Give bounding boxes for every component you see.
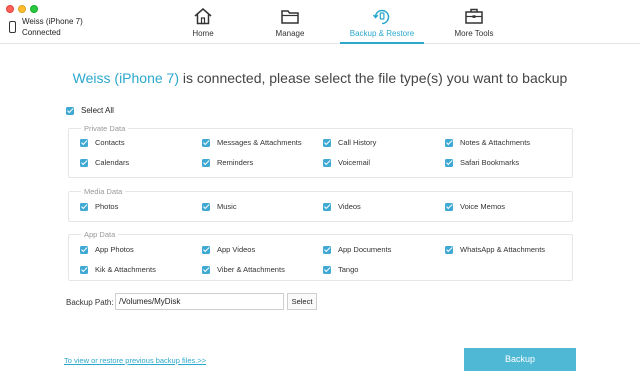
nav-manage-label: Manage: [275, 29, 305, 38]
select-all-checkbox[interactable]: Select All: [66, 106, 114, 115]
option-label: Photos: [95, 202, 119, 211]
checkbox-checked-icon: [323, 245, 331, 254]
phone-icon: [9, 21, 16, 33]
option-music[interactable]: Music: [202, 202, 237, 211]
nav-home[interactable]: Home: [162, 0, 244, 44]
backup-button[interactable]: Backup: [464, 348, 576, 371]
option-kik-attachments[interactable]: Kik & Attachments: [80, 265, 156, 274]
backup-path-input[interactable]: /Volumes/MyDisk: [115, 293, 284, 310]
option-label: Calendars: [95, 158, 130, 167]
option-label: Reminders: [217, 158, 254, 167]
zoom-window-button[interactable]: [30, 5, 38, 13]
headline-text: is connected, please select the file typ…: [179, 70, 568, 86]
option-app-documents[interactable]: App Documents: [323, 245, 391, 254]
option-label: App Videos: [217, 245, 256, 254]
media-data-group: Media Data Photos Music Videos Voice Mem…: [68, 187, 573, 222]
device-status: Connected: [22, 28, 61, 37]
option-label: Tango: [338, 265, 359, 274]
checkbox-checked-icon: [202, 265, 210, 274]
select-all-label: Select All: [81, 106, 114, 115]
option-messages-attachments[interactable]: Messages & Attachments: [202, 138, 302, 147]
checkbox-checked-icon: [80, 202, 88, 211]
checkbox-checked-icon: [445, 202, 453, 211]
option-label: Contacts: [95, 138, 125, 147]
private-data-title: Private Data: [81, 124, 129, 133]
option-label: Videos: [338, 202, 361, 211]
option-label: WhatsApp & Attachments: [460, 245, 546, 254]
checkbox-checked-icon: [202, 138, 210, 147]
view-previous-backups-link[interactable]: To view or restore previous backup files…: [64, 356, 206, 365]
nav-more-tools[interactable]: More Tools: [433, 0, 515, 44]
page-headline: Weiss (iPhone 7) is connected, please se…: [0, 70, 640, 86]
option-label: Viber & Attachments: [217, 265, 285, 274]
checkbox-checked-icon: [202, 202, 210, 211]
close-window-button[interactable]: [6, 5, 14, 13]
option-app-photos[interactable]: App Photos: [80, 245, 134, 254]
checkbox-checked-icon: [445, 138, 453, 147]
option-notes-attachments[interactable]: Notes & Attachments: [445, 138, 530, 147]
checkbox-checked-icon: [202, 158, 210, 167]
checkbox-checked-icon: [445, 245, 453, 254]
device-name: Weiss (iPhone 7): [22, 17, 83, 26]
checkbox-checked-icon: [80, 138, 88, 147]
option-label: Notes & Attachments: [460, 138, 531, 147]
backup-restore-icon: [372, 9, 390, 25]
option-label: Music: [217, 202, 237, 211]
checkbox-checked-icon: [445, 158, 453, 167]
option-app-videos[interactable]: App Videos: [202, 245, 255, 254]
option-label: Voice Memos: [460, 202, 506, 211]
nav-manage[interactable]: Manage: [249, 0, 331, 44]
option-safari-bookmarks[interactable]: Safari Bookmarks: [445, 158, 519, 167]
option-whatsapp-attachments[interactable]: WhatsApp & Attachments: [445, 245, 545, 254]
minimize-window-button[interactable]: [18, 5, 26, 13]
nav-more-tools-label: More Tools: [454, 29, 494, 38]
toolbox-icon: [465, 8, 483, 24]
checkbox-checked-icon: [323, 138, 331, 147]
option-contacts[interactable]: Contacts: [80, 138, 125, 147]
checkbox-checked-icon: [80, 158, 88, 167]
checkbox-checked-icon: [323, 202, 331, 211]
checkbox-checked-icon: [323, 158, 331, 167]
folder-icon: [281, 10, 299, 24]
option-label: App Documents: [338, 245, 392, 254]
select-path-button[interactable]: Select: [287, 293, 317, 310]
media-data-title: Media Data: [81, 187, 126, 196]
window-controls: [6, 5, 38, 13]
nav-home-label: Home: [192, 29, 214, 38]
option-label: Safari Bookmarks: [460, 158, 520, 167]
checkbox-checked-icon: [80, 265, 88, 274]
checkbox-checked-icon: [66, 106, 74, 115]
option-label: Call History: [338, 138, 377, 147]
app-data-group: App Data App Photos App Videos App Docum…: [68, 230, 573, 281]
option-calendars[interactable]: Calendars: [80, 158, 129, 167]
option-voicemail[interactable]: Voicemail: [323, 158, 370, 167]
backup-path-label: Backup Path:: [66, 298, 114, 307]
checkbox-checked-icon: [202, 245, 210, 254]
home-icon: [194, 8, 212, 25]
title-bar: Weiss (iPhone 7) Connected Home Manage B…: [0, 0, 640, 44]
nav-backup-restore-label: Backup & Restore: [349, 29, 415, 38]
option-voice-memos[interactable]: Voice Memos: [445, 202, 505, 211]
option-label: App Photos: [95, 245, 134, 254]
option-photos[interactable]: Photos: [80, 202, 118, 211]
main-nav: Home Manage Backup & Restore More Tools: [162, 0, 520, 44]
checkbox-checked-icon: [80, 245, 88, 254]
private-data-group: Private Data Contacts Messages & Attachm…: [68, 124, 573, 178]
checkbox-checked-icon: [323, 265, 331, 274]
option-tango[interactable]: Tango: [323, 265, 358, 274]
headline-device-name: Weiss (iPhone 7): [72, 70, 179, 86]
option-label: Messages & Attachments: [217, 138, 302, 147]
option-call-history[interactable]: Call History: [323, 138, 376, 147]
option-videos[interactable]: Videos: [323, 202, 361, 211]
device-info: Weiss (iPhone 7) Connected: [9, 16, 83, 38]
option-viber-attachments[interactable]: Viber & Attachments: [202, 265, 285, 274]
option-reminders[interactable]: Reminders: [202, 158, 253, 167]
option-label: Voicemail: [338, 158, 371, 167]
app-data-title: App Data: [81, 230, 119, 239]
nav-backup-restore[interactable]: Backup & Restore: [336, 0, 428, 44]
option-label: Kik & Attachments: [95, 265, 156, 274]
